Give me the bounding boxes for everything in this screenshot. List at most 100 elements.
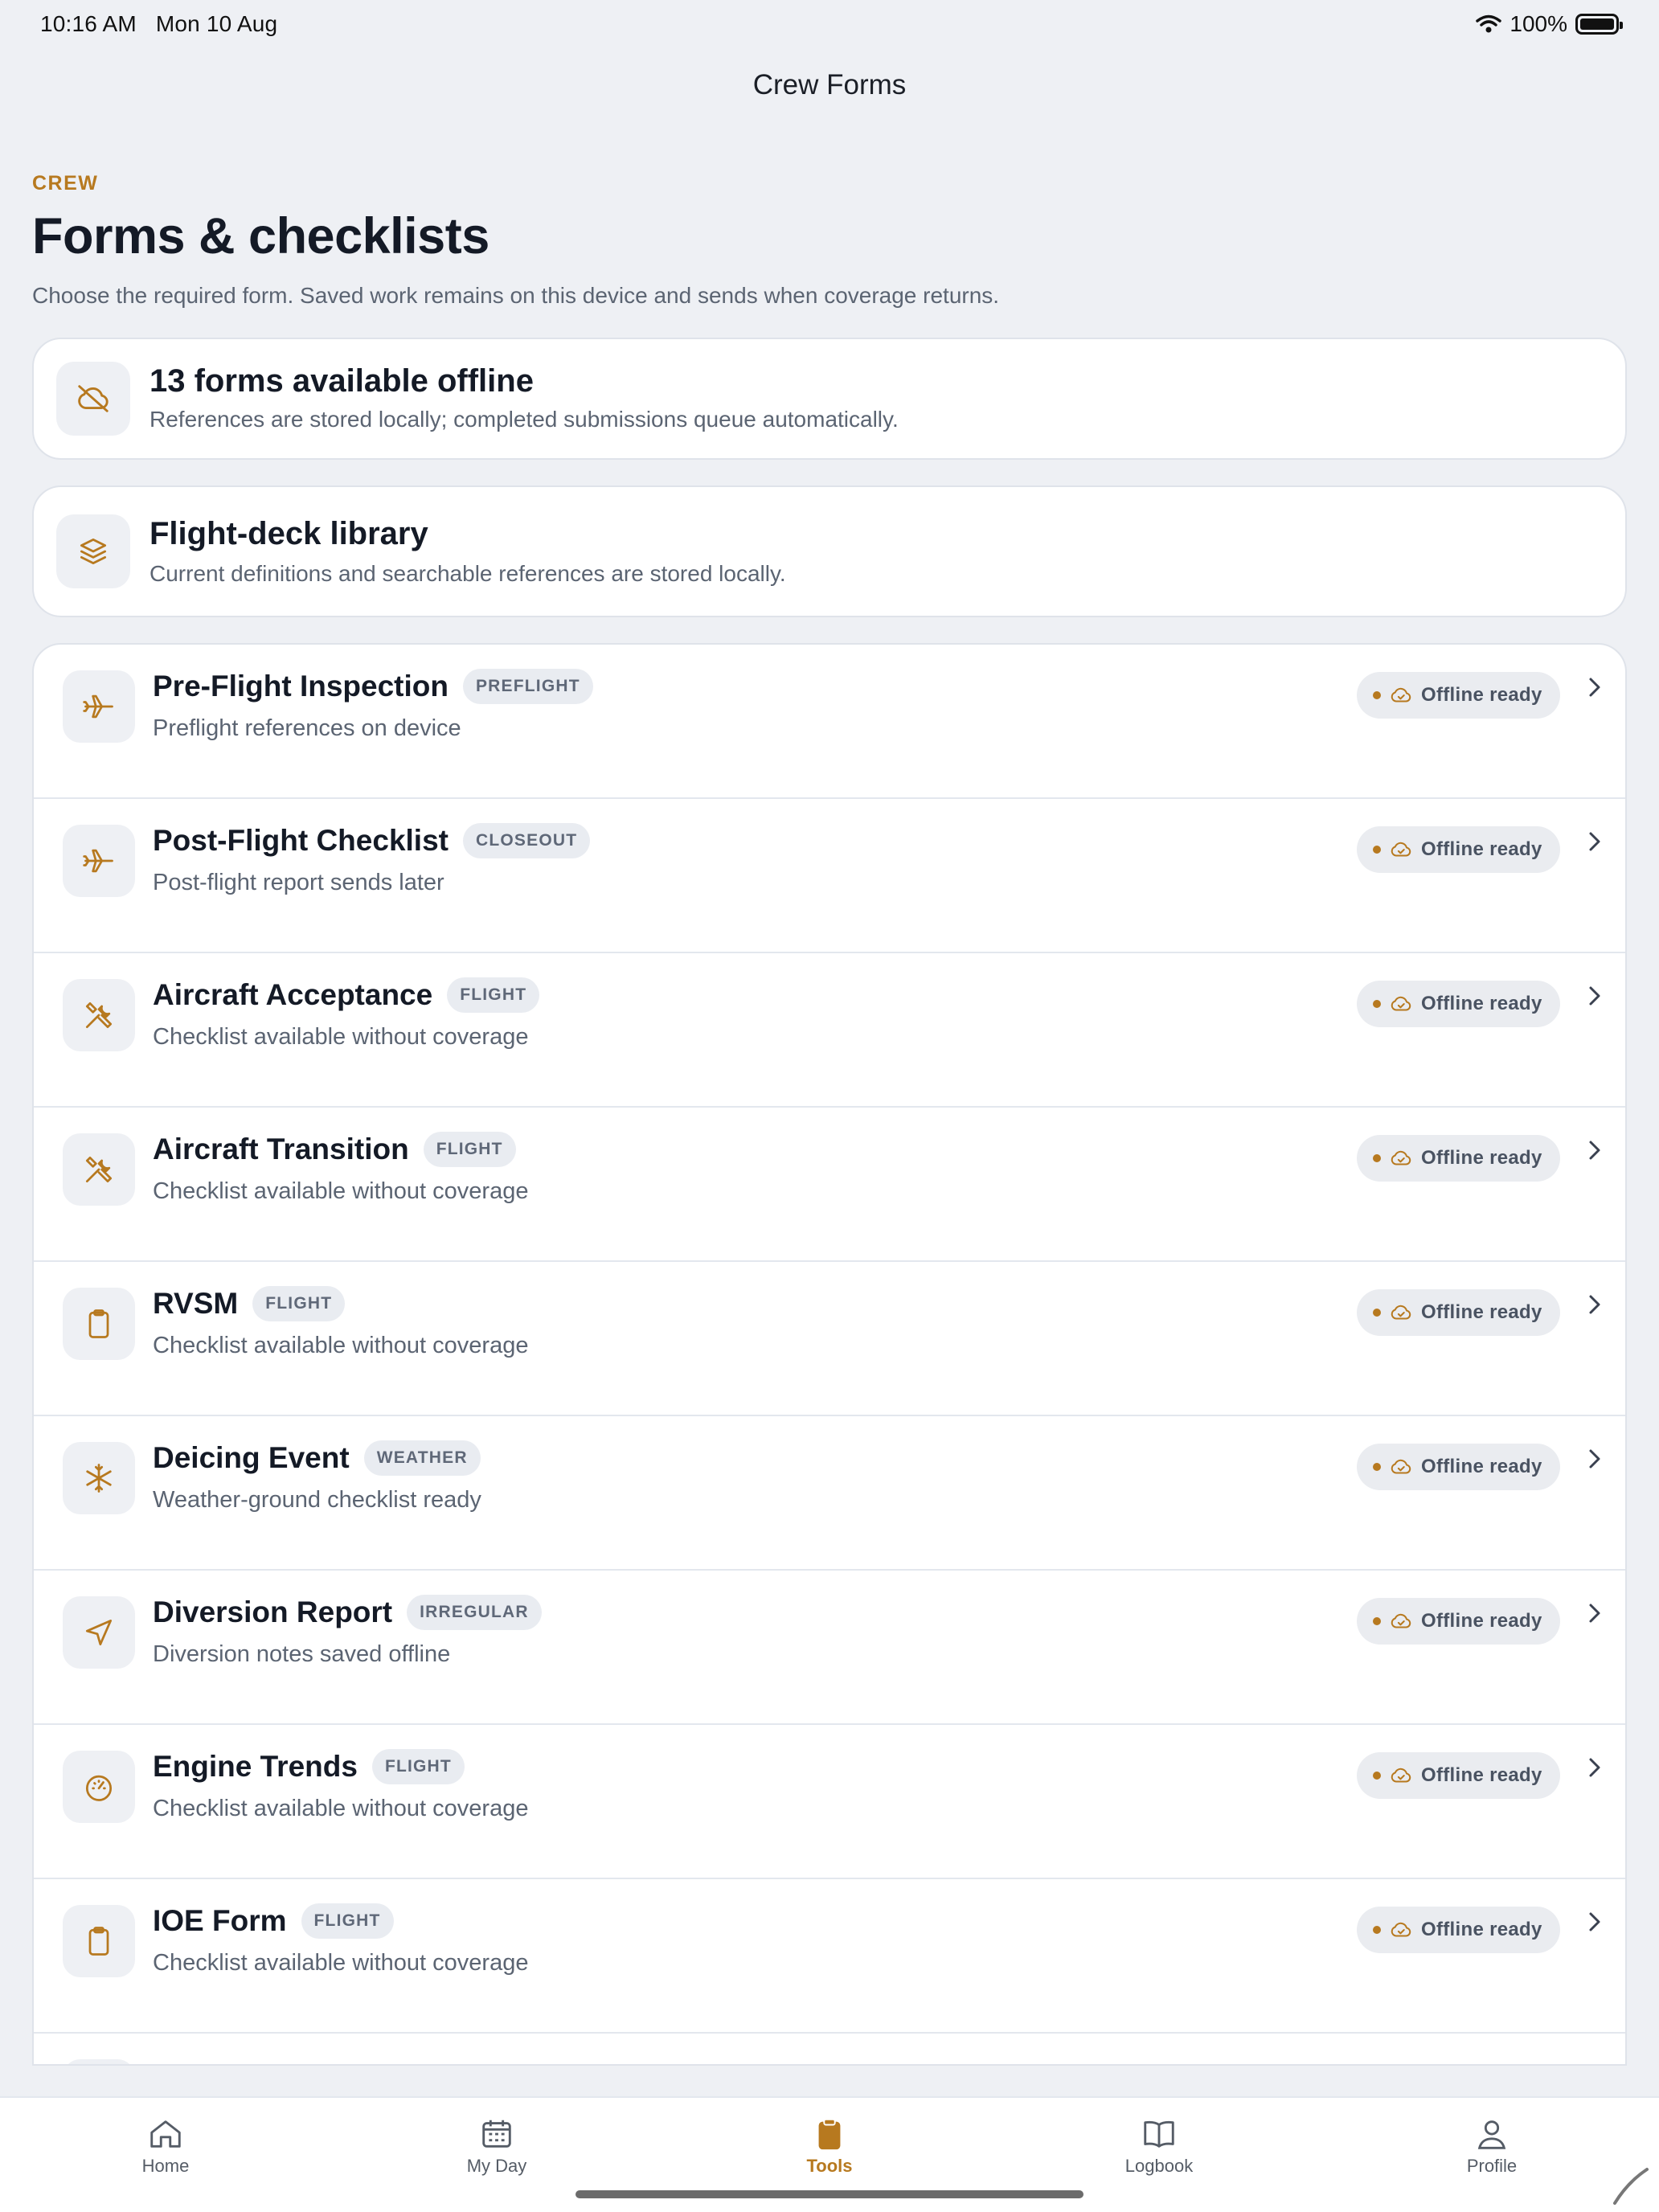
form-row-partial[interactable]: [34, 2034, 1625, 2064]
tab-label: Profile: [1466, 2156, 1518, 2176]
battery-percent: 100%: [1509, 11, 1567, 36]
tab-tools[interactable]: Tools: [741, 2116, 918, 2177]
snowflake-icon: [63, 1442, 135, 1514]
status-text: Offline ready: [1421, 1456, 1542, 1477]
status-time: 10:16 AM Mon 10 Aug: [40, 11, 277, 37]
offline-status-badge: Offline ready: [1357, 1135, 1560, 1182]
form-row[interactable]: Deicing Event WEATHER Weather-ground check…: [34, 1416, 1625, 1571]
chevron-right-icon: [1589, 1295, 1600, 1314]
form-subtitle: Diversion notes saved offline: [153, 1641, 451, 1667]
form-row[interactable]: Diversion Report IRREGULAR Diversion notes…: [34, 1571, 1625, 1725]
nav-title: Crew Forms: [752, 69, 907, 100]
form-category-badge: FLIGHT: [371, 1749, 465, 1784]
library-subtitle: Current definitions and searchable refer…: [150, 561, 786, 586]
form-category-badge: CLOSEOUT: [462, 823, 591, 858]
battery-icon: [1575, 14, 1623, 35]
gauge-icon: [63, 1751, 135, 1823]
status-dot: [1373, 1309, 1381, 1317]
status-dot: [1373, 1000, 1381, 1008]
home-indicator[interactable]: [576, 2190, 1083, 2198]
tab-home[interactable]: Home: [77, 2116, 254, 2177]
form-title: Diversion Report: [153, 1596, 393, 1628]
library-title: Flight-deck library: [150, 516, 428, 551]
cloud-check-icon: [1391, 1459, 1411, 1474]
form-title: Aircraft Transition: [153, 1133, 409, 1165]
cloud-check-icon: [1391, 687, 1411, 703]
form-title: Deicing Event: [153, 1441, 350, 1474]
form-title-group: Pre-Flight Inspection PREFLIGHT: [153, 669, 593, 704]
status-dot: [1373, 1926, 1381, 1934]
form-category-badge: FLIGHT: [447, 977, 540, 1013]
form-row[interactable]: Aircraft Acceptance FLIGHT Checklist avail…: [34, 953, 1625, 1108]
form-title: RVSM: [153, 1287, 239, 1320]
tab-my-day[interactable]: My Day: [408, 2116, 585, 2177]
clipboard-icon: [63, 1905, 135, 1977]
cloud-check-icon: [1391, 1613, 1411, 1628]
clock-time: 10:16 AM: [40, 11, 137, 36]
book-icon: [1144, 2120, 1174, 2148]
status-text: Offline ready: [1421, 1147, 1542, 1169]
form-category-badge: WEATHER: [363, 1440, 481, 1476]
plane-icon: [63, 825, 135, 897]
offline-count-title: 13 forms available offline: [150, 363, 534, 399]
offline-summary-card: 13 forms available offline References ar…: [32, 338, 1627, 460]
clipboard-icon: [63, 1288, 135, 1360]
chevron-right-icon: [1589, 1758, 1600, 1777]
clipboard-icon: [818, 2118, 841, 2150]
page-title: Forms & checklists: [32, 208, 490, 264]
cloud-check-icon: [1391, 842, 1411, 857]
status-text: Offline ready: [1421, 838, 1542, 860]
offline-status-badge: Offline ready: [1357, 1907, 1560, 1953]
layers-icon: [56, 514, 130, 588]
cloud-check-icon: [1391, 1305, 1411, 1320]
form-title-group: Aircraft Acceptance FLIGHT: [153, 977, 540, 1013]
offline-status-badge: Offline ready: [1357, 981, 1560, 1027]
tab-logbook[interactable]: Logbook: [1071, 2116, 1247, 2177]
cloud-check-icon: [1391, 1922, 1411, 1937]
status-dot: [1373, 1617, 1381, 1625]
wifi-icon: [1476, 14, 1502, 33]
form-row[interactable]: RVSM FLIGHT Checklist available without co…: [34, 1262, 1625, 1416]
chevron-right-icon: [1589, 1449, 1600, 1469]
tab-profile[interactable]: Profile: [1403, 2116, 1580, 2177]
status-dot: [1373, 1154, 1381, 1162]
form-category-badge: FLIGHT: [423, 1132, 516, 1167]
form-title: Pre-Flight Inspection: [153, 670, 449, 703]
status-text: Offline ready: [1421, 1764, 1542, 1786]
form-title-group: IOE Form FLIGHT: [153, 1903, 394, 1939]
page-subtitle: Choose the required form. Saved work rem…: [32, 283, 1000, 308]
form-title-group: RVSM FLIGHT: [153, 1286, 346, 1321]
form-row[interactable]: Aircraft Transition FLIGHT Checklist avail…: [34, 1108, 1625, 1262]
chevron-right-icon: [1589, 678, 1600, 697]
tab-label: Home: [141, 2156, 190, 2176]
home-icon: [150, 2120, 181, 2148]
status-text: Offline ready: [1421, 684, 1542, 706]
offline-status-badge: Offline ready: [1357, 826, 1560, 873]
offline-status-badge: Offline ready: [1357, 1752, 1560, 1799]
cloud-check-icon: [1391, 996, 1411, 1011]
chevron-right-icon: [1589, 1141, 1600, 1160]
status-dot: [1373, 1772, 1381, 1780]
tab-label: Tools: [806, 2156, 853, 2176]
offline-status-badge: Offline ready: [1357, 1598, 1560, 1645]
form-title-group: Aircraft Transition FLIGHT: [153, 1132, 516, 1167]
form-title: IOE Form: [153, 1904, 287, 1937]
form-row[interactable]: Pre-Flight Inspection PREFLIGHT Preflight …: [34, 645, 1625, 799]
form-row[interactable]: Engine Trends FLIGHT Checklist available w…: [34, 1725, 1625, 1879]
status-indicators: 100%: [1476, 11, 1623, 37]
status-text: Offline ready: [1421, 993, 1542, 1014]
form-title-group: Post-Flight Checklist CLOSEOUT: [153, 823, 591, 858]
form-title-group: Deicing Event WEATHER: [153, 1440, 481, 1476]
calendar-icon: [482, 2120, 511, 2148]
library-card[interactable]: Flight-deck library Current definitions …: [32, 485, 1627, 617]
chevron-right-icon: [1589, 1604, 1600, 1623]
form-subtitle: Checklist available without coverage: [153, 1333, 529, 1358]
form-title: Post-Flight Checklist: [153, 824, 449, 857]
form-category-badge: IRREGULAR: [407, 1595, 542, 1630]
status-dot: [1373, 691, 1381, 699]
form-subtitle: Checklist available without coverage: [153, 1796, 529, 1821]
form-row[interactable]: Post-Flight Checklist CLOSEOUT Post-flight…: [34, 799, 1625, 953]
form-row[interactable]: IOE Form FLIGHT Checklist available withou…: [34, 1879, 1625, 2034]
chevron-right-icon: [1589, 1912, 1600, 1931]
offline-card-subtitle: References are stored locally; completed…: [150, 407, 899, 432]
